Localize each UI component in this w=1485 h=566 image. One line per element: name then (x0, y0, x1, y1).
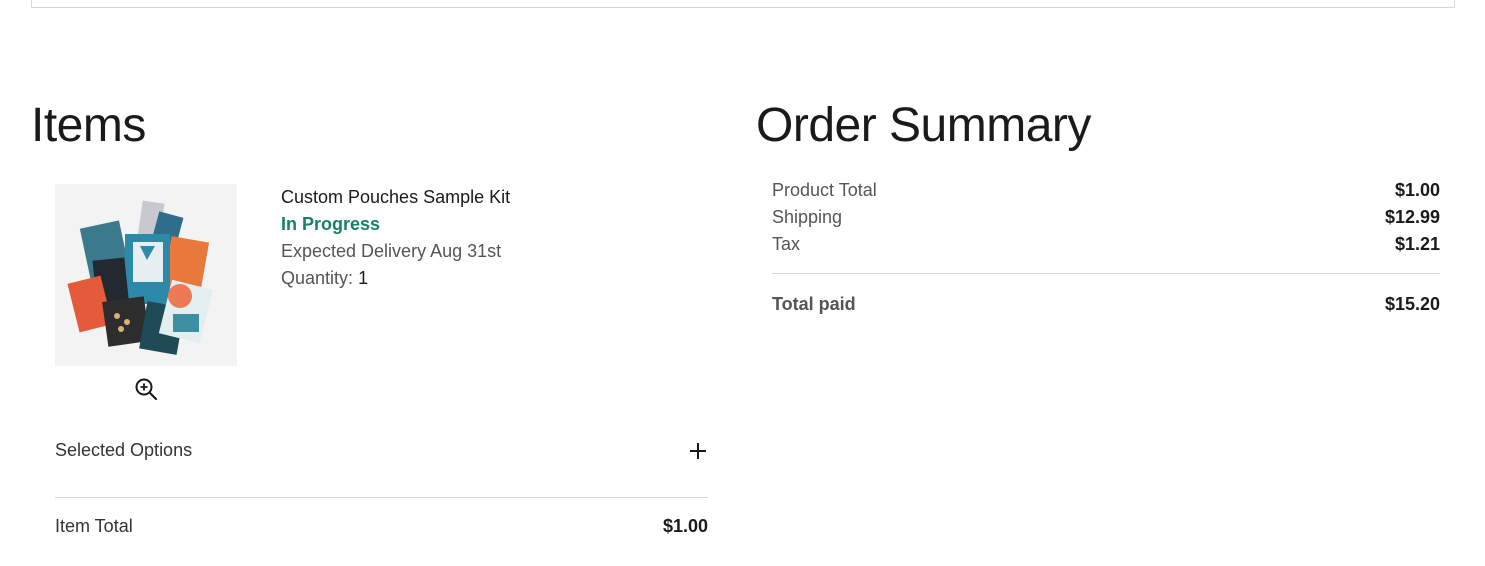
product-image[interactable] (55, 184, 237, 366)
summary-row-product-total: Product Total $1.00 (772, 177, 1440, 204)
total-paid-value: $15.20 (1384, 294, 1440, 314)
product-name: Custom Pouches Sample Kit (281, 187, 511, 207)
summary-label: Shipping (772, 207, 843, 227)
divider (55, 497, 708, 498)
top-panel-edge (31, 0, 1455, 8)
summary-value: $12.99 (1384, 207, 1440, 227)
item-total-label: Item Total (55, 516, 133, 536)
summary-label: Tax (772, 234, 801, 254)
order-summary-heading: Order Summary (756, 99, 1091, 152)
summary-row-shipping: Shipping $12.99 (772, 204, 1440, 231)
total-paid-label: Total paid (772, 294, 856, 314)
summary-value: $1.21 (1394, 234, 1440, 254)
zoom-in-icon[interactable] (134, 377, 158, 401)
status-badge: In Progress (281, 214, 381, 234)
order-summary: Product Total $1.00 Shipping $12.99 Tax … (772, 177, 1440, 318)
expected-delivery: Expected Delivery Aug 31st (281, 241, 502, 261)
product-sample-kit-photo (55, 184, 237, 366)
items-heading: Items (31, 99, 146, 152)
item-total-value: $1.00 (662, 516, 708, 536)
quantity-label: Quantity: (281, 268, 354, 288)
selected-options-label: Selected Options (55, 440, 193, 460)
quantity: Quantity: 1 (281, 265, 510, 292)
quantity-value: 1 (358, 268, 369, 288)
order-details-page: Items Custom Pouches Sample Kit In Progr… (0, 0, 1485, 566)
summary-label: Product Total (772, 180, 877, 200)
summary-row-tax: Tax $1.21 (772, 231, 1440, 258)
plus-icon[interactable] (690, 443, 706, 459)
product-info: Custom Pouches Sample Kit In Progress Ex… (281, 184, 510, 292)
summary-value: $1.00 (1394, 180, 1440, 200)
selected-options-toggle[interactable]: Selected Options (55, 436, 708, 468)
summary-row-total-paid: Total paid $15.20 (772, 291, 1440, 318)
summary-divider (772, 273, 1440, 274)
